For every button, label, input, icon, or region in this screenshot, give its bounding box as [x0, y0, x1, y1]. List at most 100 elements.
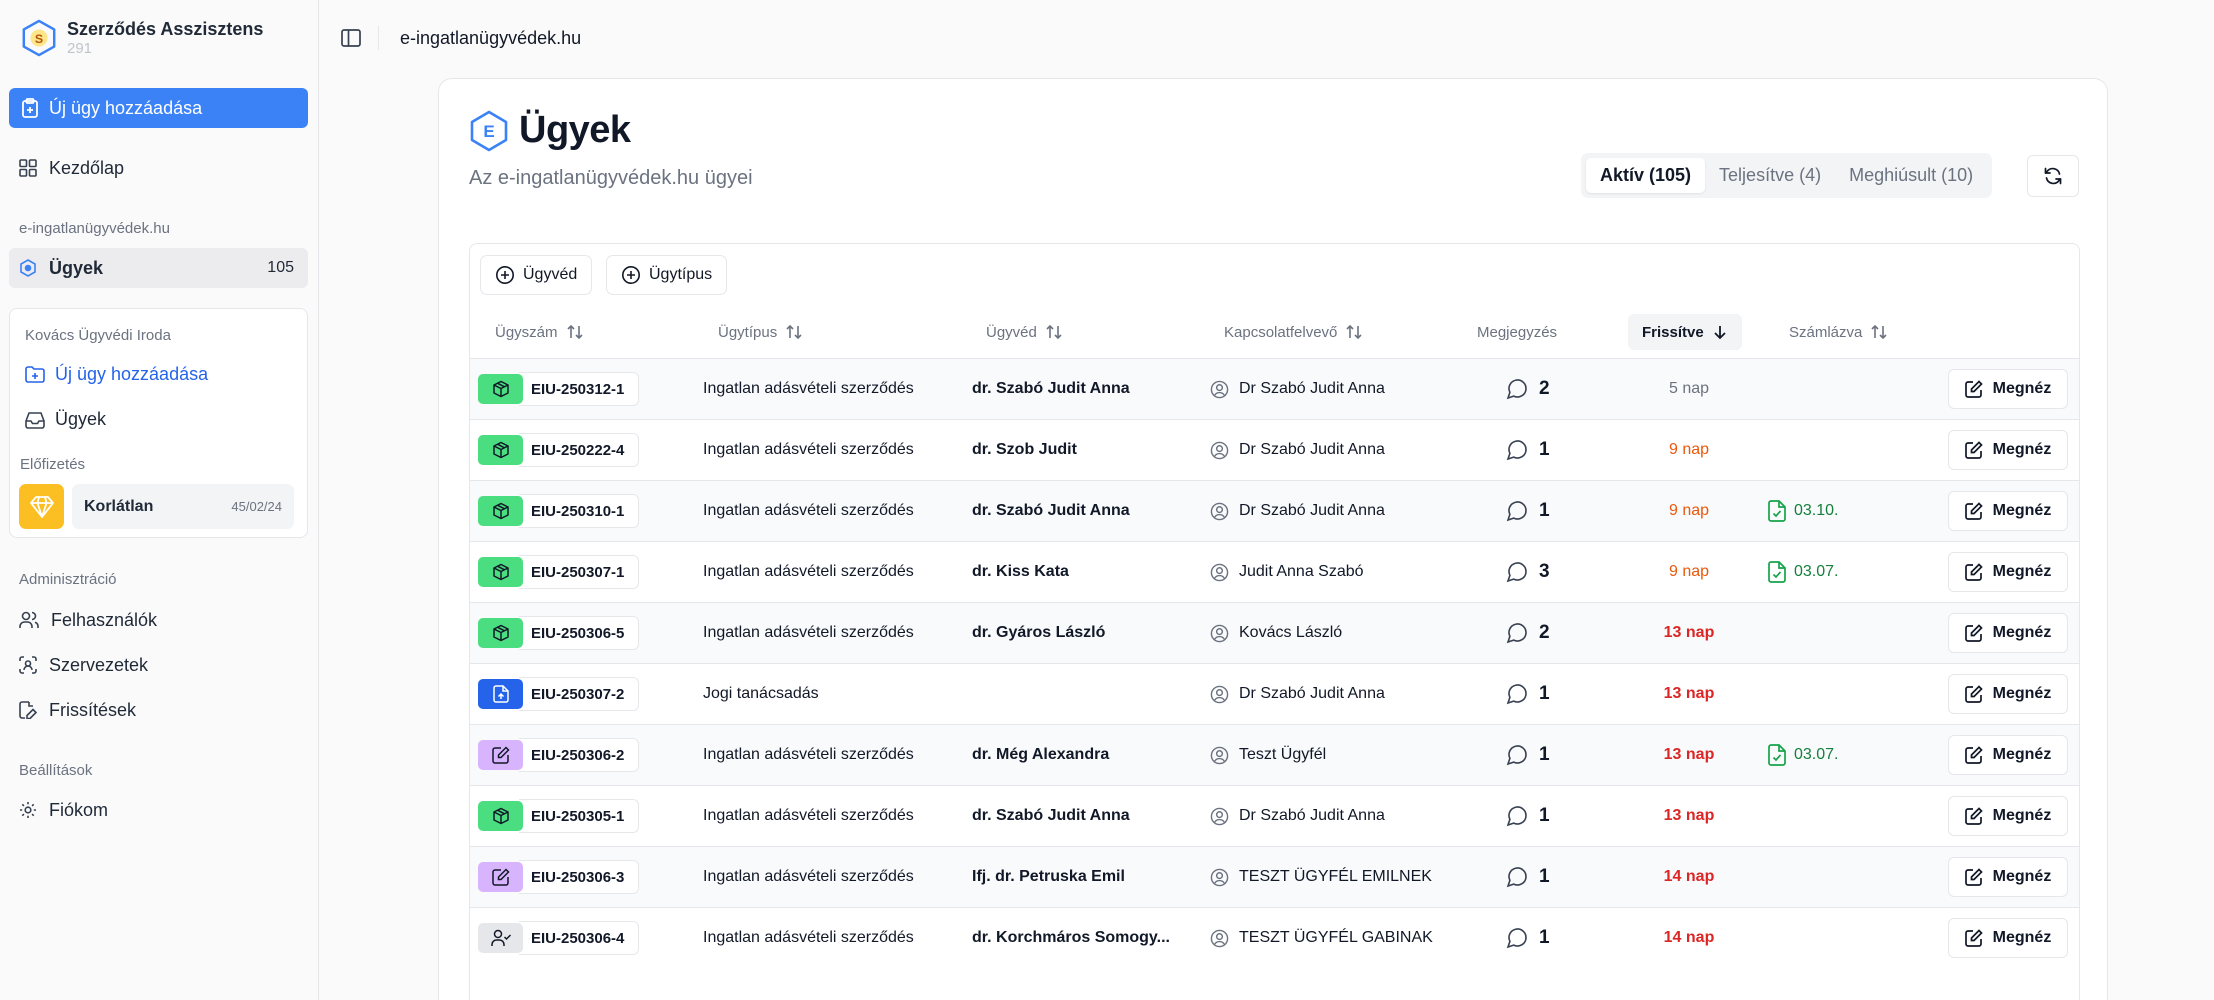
breadcrumb: e-ingatlanügyvédek.hu: [400, 28, 582, 48]
notes-cell[interactable]: 1: [1505, 786, 1550, 846]
case-number: EIU-250222-4: [519, 433, 640, 467]
notes-cell[interactable]: 3: [1505, 542, 1550, 602]
sidebar-item-label: Fiókom: [49, 799, 109, 820]
case-number-chip[interactable]: EIU-250306-5: [478, 616, 640, 650]
notes-cell[interactable]: 1: [1505, 725, 1550, 785]
sidebar-item-label: Ügyek: [49, 257, 104, 278]
refresh-button[interactable]: [2027, 155, 2079, 197]
table-row[interactable]: EIU-250306-4 Ingatlan adásvételi szerződ…: [470, 907, 2079, 968]
notes-cell[interactable]: 1: [1505, 847, 1550, 907]
sidebar-item-cases[interactable]: Ügyek 105: [9, 248, 308, 288]
view-case-label: Megnéz: [1992, 563, 2052, 580]
case-number-chip[interactable]: EIU-250306-3: [478, 860, 640, 894]
sort-icon: [1346, 324, 1362, 340]
tab-failed[interactable]: Meghiúsult (10): [1835, 158, 1987, 193]
contact-cell: TESZT ÜGYFÉL GABINAK: [1210, 908, 1433, 968]
sidebar-item-users[interactable]: Felhasználók: [9, 600, 308, 640]
case-number-chip[interactable]: EIU-250305-1: [478, 799, 640, 833]
table-row[interactable]: EIU-250222-4 Ingatlan adásvételi szerződ…: [470, 419, 2079, 480]
view-case-button[interactable]: Megnéz: [1948, 918, 2068, 958]
message-circle-icon: [1506, 379, 1527, 400]
lawyer-name: dr. Még Alexandra: [972, 746, 1110, 763]
table-row[interactable]: EIU-250306-5 Ingatlan adásvételi szerződ…: [470, 602, 2079, 663]
sidebar-item-updates[interactable]: Frissítések: [9, 690, 308, 730]
sidebar-item-home[interactable]: Kezdőlap: [9, 148, 308, 188]
view-case-button[interactable]: Megnéz: [1948, 491, 2068, 531]
column-header-updated[interactable]: Frissítve: [1628, 314, 1742, 350]
gem-icon: [19, 484, 64, 529]
column-header-case-type[interactable]: Ügytípus: [718, 314, 803, 350]
table-row[interactable]: EIU-250310-1 Ingatlan adásvételi szerződ…: [470, 480, 2079, 541]
billed-cell: 03.07.: [1768, 725, 1838, 785]
tab-active[interactable]: Aktív (105): [1586, 158, 1706, 193]
notes-count: 2: [1539, 622, 1550, 643]
case-number-chip[interactable]: EIU-250307-1: [478, 555, 640, 589]
case-number-chip[interactable]: EIU-250307-2: [478, 677, 640, 711]
updated-ago: 13 nap: [1663, 624, 1715, 641]
table-row[interactable]: EIU-250307-1 Ingatlan adásvételi szerződ…: [470, 541, 2079, 602]
filter-casetype-label: Ügytípus: [649, 266, 713, 283]
view-case-button[interactable]: Megnéz: [1948, 552, 2068, 592]
updated-ago: 14 nap: [1663, 929, 1715, 946]
hexagon-e-logo-icon: E: [470, 110, 508, 151]
subscription-plan[interactable]: Korlátlan 45/02/24: [19, 484, 294, 529]
lawyer-name: dr. Szabó Judit Anna: [972, 502, 1130, 519]
notes-cell[interactable]: 1: [1505, 481, 1550, 541]
app-title: Szerződés Asszisztens: [67, 19, 264, 39]
table-row[interactable]: EIU-250306-3 Ingatlan adásvételi szerződ…: [470, 846, 2079, 907]
filter-casetype-button[interactable]: Ügytípus: [606, 255, 728, 295]
view-case-button[interactable]: Megnéz: [1948, 674, 2068, 714]
tab-completed[interactable]: Teljesítve (4): [1705, 158, 1835, 193]
column-header-lawyer[interactable]: Ügyvéd: [986, 314, 1063, 350]
column-header-contact[interactable]: Kapcsolatfelvevő: [1224, 314, 1363, 350]
view-case-button[interactable]: Megnéz: [1948, 430, 2068, 470]
sidebar-item-account[interactable]: Fiókom: [9, 790, 308, 830]
org-add-case-link[interactable]: Új ügy hozzáadása: [25, 364, 208, 385]
notes-cell[interactable]: 1: [1505, 908, 1550, 968]
column-header-label: Kapcsolatfelvevő: [1224, 323, 1338, 341]
lawyer-name: dr. Gyáros László: [972, 624, 1106, 641]
notes-cell[interactable]: 2: [1505, 603, 1550, 663]
case-number-chip[interactable]: EIU-250306-4: [478, 921, 640, 955]
page-title: Ügyek: [519, 109, 631, 151]
sort-icon: [1871, 324, 1887, 340]
notes-cell[interactable]: 1: [1505, 420, 1550, 480]
org-cases-link[interactable]: Ügyek: [25, 409, 106, 430]
plus-circle-icon: [496, 266, 514, 284]
case-type: Ingatlan adásvételi szerződés: [703, 624, 914, 641]
table-row[interactable]: EIU-250306-2 Ingatlan adásvételi szerződ…: [470, 724, 2079, 785]
updated-ago: 13 nap: [1663, 746, 1715, 763]
sidebar-item-organizations[interactable]: Szervezetek: [9, 645, 308, 685]
view-case-button[interactable]: Megnéz: [1948, 369, 2068, 409]
brand[interactable]: S Szerződés Asszisztens 291: [20, 18, 263, 58]
view-case-button[interactable]: Megnéz: [1948, 735, 2068, 775]
table-row[interactable]: EIU-250307-2 Jogi tanácsadás Dr Szabó Ju…: [470, 663, 2079, 724]
sidebar-toggle-button[interactable]: [340, 27, 362, 54]
column-header-label: Frissítve: [1642, 323, 1704, 341]
case-number-chip[interactable]: EIU-250222-4: [478, 433, 640, 467]
table-row[interactable]: EIU-250312-1 Ingatlan adásvételi szerződ…: [470, 358, 2079, 419]
column-header-label: Megjegyzés: [1477, 323, 1558, 341]
column-header-billed[interactable]: Számlázva: [1789, 314, 1888, 350]
view-case-button[interactable]: Megnéz: [1948, 796, 2068, 836]
notes-cell[interactable]: 1: [1505, 664, 1550, 724]
file-upload-icon: [478, 679, 523, 709]
view-case-button[interactable]: Megnéz: [1948, 857, 2068, 897]
case-number-chip[interactable]: EIU-250310-1: [478, 494, 640, 528]
add-case-button[interactable]: Új ügy hozzáadása: [9, 88, 308, 128]
contact-name: Dr Szabó Judit Anna: [1239, 685, 1385, 702]
case-number-chip[interactable]: EIU-250306-2: [478, 738, 640, 772]
case-number: EIU-250312-1: [519, 372, 640, 406]
view-case-button[interactable]: Megnéz: [1948, 613, 2068, 653]
case-number-chip[interactable]: EIU-250312-1: [478, 372, 640, 406]
message-circle-icon: [1506, 745, 1527, 766]
column-header-case-number[interactable]: Ügyszám: [495, 314, 584, 350]
user-circle-icon: [1210, 685, 1229, 703]
notes-cell[interactable]: 2: [1505, 359, 1550, 419]
column-header-notes: Megjegyzés: [1477, 314, 1557, 350]
user-circle-icon: [1210, 868, 1229, 886]
user-circle-icon: [1210, 441, 1229, 459]
filter-lawyer-button[interactable]: Ügyvéd: [480, 255, 593, 295]
table-row[interactable]: EIU-250305-1 Ingatlan adásvételi szerződ…: [470, 785, 2079, 846]
contact-cell: Kovács László: [1210, 603, 1342, 663]
